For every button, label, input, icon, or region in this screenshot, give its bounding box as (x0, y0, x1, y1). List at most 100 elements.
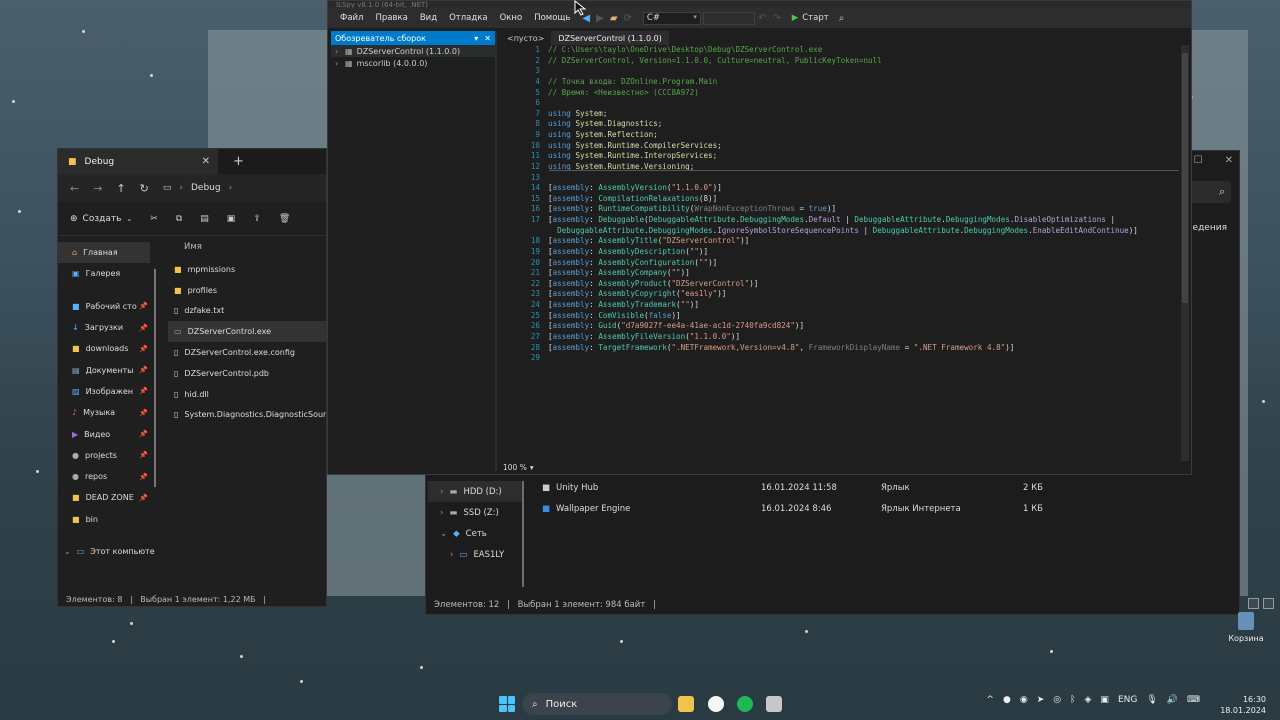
restore-icon[interactable] (1248, 598, 1259, 609)
microphone-icon[interactable]: 🎙 (1146, 695, 1157, 705)
volume-icon[interactable]: 🔊 (1167, 695, 1178, 705)
close-icon[interactable]: ✕ (484, 34, 491, 43)
forward-icon[interactable]: → (93, 182, 102, 195)
network-icon[interactable]: ⌨ (1187, 695, 1200, 705)
list-item[interactable]: ▯System.Diagnostics.DiagnosticSource.d (168, 405, 326, 426)
file-explorer-icon[interactable] (678, 696, 694, 712)
cut-icon[interactable]: ✂ (150, 214, 158, 224)
windows-start-icon[interactable] (499, 696, 515, 712)
bluetooth-icon[interactable]: ᛒ (1070, 695, 1075, 705)
undo-icon[interactable]: ↶ (758, 13, 766, 24)
expand-icon[interactable]: › (335, 47, 341, 56)
nav-item-network[interactable]: ⌄ ◆ Сеть (428, 523, 524, 544)
recycle-bin[interactable]: Корзина (1226, 612, 1266, 643)
nav-item-documents[interactable]: ▤ Документы 📌 (58, 359, 150, 380)
vertical-scrollbar[interactable] (1181, 45, 1189, 461)
app-icon[interactable]: ▣ (1100, 695, 1109, 705)
language-select[interactable]: C# ▾ (642, 11, 701, 25)
nav-item-hdd[interactable]: › ▬ HDD (D:) (428, 481, 524, 502)
nav-item-music[interactable]: ♪ Музыка 📌 (58, 402, 150, 423)
list-item[interactable]: ■ Unity Hub 16.01.2024 11:58 Ярлык 2 КБ (542, 477, 1062, 498)
nav-item-bin[interactable]: ■ bin (58, 509, 150, 530)
close-tab-icon[interactable]: ✕ (202, 156, 210, 167)
zoom-select[interactable]: 100 % ▾ (503, 463, 534, 472)
nav-scrollbar[interactable] (522, 481, 524, 587)
list-item[interactable]: ■ mpmissions (168, 259, 326, 280)
lang-indicator[interactable]: ENG (1118, 695, 1137, 705)
nav-item-gallery[interactable]: ▣ Галерея (58, 263, 150, 284)
nav-item-desktop[interactable]: ■ Рабочий сто 📌 (58, 296, 150, 317)
column-header-name[interactable]: Имя (184, 242, 202, 252)
redo-icon[interactable]: ↷ (772, 13, 780, 24)
tab-debug[interactable]: ■ Debug ✕ (58, 149, 218, 174)
start-button[interactable]: ▶ Старт (792, 13, 829, 23)
telegram-icon[interactable]: ➤ (1037, 695, 1045, 705)
open-folder-icon[interactable]: ▰ (610, 13, 618, 24)
chevron-up-icon[interactable]: ^ (986, 695, 994, 705)
menu-edit[interactable]: Правка (369, 13, 413, 23)
create-button[interactable]: ⊕ Создать ⌄ (70, 214, 132, 224)
nav-item-repos[interactable]: ● repos 📌 (58, 466, 150, 487)
version-select[interactable] (702, 11, 755, 25)
spotify-icon[interactable] (737, 696, 753, 712)
nav-item-home[interactable]: ⌂ Главная (58, 242, 150, 264)
code-editor[interactable]: 1// C:\Users\taylo\OneDrive\Desktop\Debu… (513, 45, 1189, 461)
ilspy-app-icon[interactable] (766, 696, 782, 712)
search-icon[interactable]: ⌕ (839, 13, 845, 24)
maximize-icon[interactable]: ☐ (1194, 155, 1203, 166)
list-item[interactable]: ▯ DZServerControl.pdb (168, 363, 326, 384)
back-icon[interactable]: ← (70, 182, 79, 195)
tab-dzservercontrol[interactable]: DZServerControl (1.1.0.0) (551, 31, 669, 45)
tab-empty[interactable]: <пусто> (500, 31, 551, 45)
list-item[interactable]: ▯ dzfake.txt (168, 301, 326, 322)
list-item[interactable]: ■ Wallpaper Engine 16.01.2024 8:46 Ярлык … (542, 498, 1062, 519)
nav-scrollbar[interactable] (154, 269, 156, 487)
close-icon[interactable]: ✕ (1225, 155, 1233, 166)
nav-item-ssd[interactable]: › ▬ SSD (Z:) (428, 502, 524, 523)
nav-item-downloads[interactable]: ↓ Загрузки 📌 (58, 317, 150, 338)
steam-icon[interactable]: ● (1003, 695, 1011, 705)
nav-item-video[interactable]: ▶ Видео 📌 (58, 423, 150, 444)
share-icon[interactable]: ⇪ (253, 214, 261, 224)
breadcrumb[interactable]: ▭ › Debug › (163, 183, 232, 193)
new-tab-icon[interactable]: + (233, 154, 244, 169)
paste-icon[interactable]: ▤ (200, 214, 209, 224)
copy-icon[interactable]: ⧉ (176, 214, 182, 224)
rename-icon[interactable]: ▣ (227, 214, 236, 224)
dropdown-icon[interactable]: ▾ (474, 34, 478, 43)
menu-debug[interactable]: Отладка (443, 13, 494, 23)
expand-icon[interactable]: › (335, 59, 341, 68)
app-icon[interactable]: ◈ (1085, 695, 1092, 705)
reload-icon[interactable]: ⟳ (624, 13, 632, 24)
app-icon[interactable]: ◎ (1053, 695, 1061, 705)
delete-icon[interactable]: 🗑 (279, 214, 290, 224)
list-item[interactable]: ▯ hid.dll (168, 384, 326, 405)
nav-item-pictures[interactable]: ▨ Изображен 📌 (58, 381, 150, 402)
clock[interactable]: 16:30 18.01.2024 (1220, 694, 1266, 716)
nav-item-computer[interactable]: › ▭ EAS1LY (428, 544, 524, 565)
monitor-icon: ▭ (459, 549, 468, 560)
nav-item-downloads-folder[interactable]: ■ downloads 📌 (58, 338, 150, 359)
nav-item-projects[interactable]: ● projects 📌 (58, 445, 150, 466)
nav-item-dead-zone[interactable]: ■ DEAD ZONE 📌 (58, 487, 150, 508)
network-icon: ◆ (453, 528, 460, 539)
tree-item-dzservercontrol[interactable]: › ▦ DZServerControl (1.1.0.0) (331, 45, 495, 57)
menu-window[interactable]: Окно (494, 13, 529, 23)
list-item[interactable]: ■ profiles (168, 280, 326, 301)
nav-item-this-pc[interactable]: ⌄ ▭ Этот компьюте (58, 541, 155, 562)
refresh-icon[interactable]: ↻ (140, 182, 149, 195)
picture-icon: ▨ (72, 386, 80, 396)
up-icon[interactable]: ↑ (116, 182, 125, 195)
menu-file[interactable]: Файл (334, 13, 369, 23)
restore-icon[interactable] (1263, 598, 1274, 609)
menu-help[interactable]: Помощь (528, 13, 576, 23)
list-item[interactable]: ▭ DZServerControl.exe (168, 321, 326, 343)
yandex-browser-icon[interactable] (708, 696, 724, 712)
forward-icon[interactable]: ▶ (596, 13, 604, 24)
tree-item-mscorlib[interactable]: › ▦ mscorlib (4.0.0.0) (331, 57, 495, 69)
menu-view[interactable]: Вид (414, 13, 443, 23)
list-item[interactable]: ▯ DZServerControl.exe.config (168, 342, 326, 363)
taskbar-search[interactable]: ⌕ Поиск (522, 693, 672, 715)
discord-icon[interactable]: ◉ (1020, 695, 1028, 705)
drive-icon: ▬ (449, 486, 458, 497)
